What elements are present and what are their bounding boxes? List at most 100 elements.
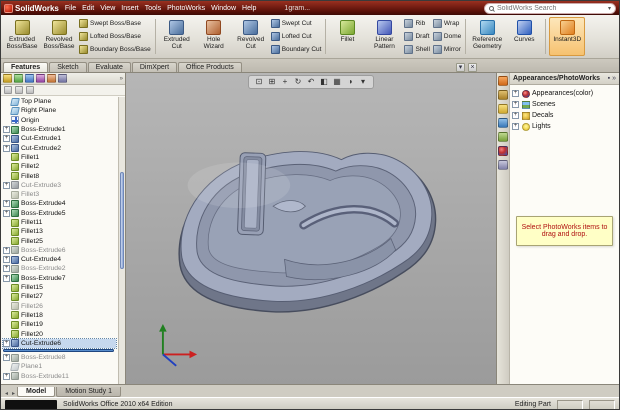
command-tab[interactable]: Office Products (178, 62, 242, 72)
solidworks-resources-icon[interactable] (498, 76, 508, 86)
displaymanager-tab-icon[interactable] (47, 74, 56, 83)
collapse-pane-icon[interactable]: » (612, 75, 616, 82)
ribbon-button[interactable]: Hole Wizard (196, 17, 232, 56)
expander-icon[interactable]: + (3, 210, 10, 217)
pin-icon[interactable]: ▪ (608, 75, 610, 82)
scrollbar-thumb[interactable] (120, 172, 124, 270)
ribbon-button[interactable]: Lofted Cut (271, 32, 322, 41)
menu-item[interactable]: Help (239, 5, 259, 12)
ribbon-button[interactable]: Shell (404, 45, 429, 54)
previous-view-icon[interactable]: ↶ (306, 77, 316, 87)
tree-item[interactable]: + Cut-Extrude4 (3, 255, 116, 264)
menu-item[interactable]: Edit (79, 5, 97, 12)
expander-icon[interactable]: + (512, 123, 519, 130)
configurationmanager-tab-icon[interactable] (25, 74, 34, 83)
tree-item[interactable]: Origin (3, 116, 116, 125)
file-explorer-icon[interactable] (498, 104, 508, 114)
tree-item[interactable]: + Cut-Extrude3 (3, 181, 116, 190)
ribbon-button[interactable]: Linear Pattern (366, 17, 402, 56)
search-dropdown-icon[interactable]: ▾ (608, 5, 611, 12)
appearances-photoworks-icon[interactable] (498, 146, 508, 156)
ribbon-button[interactable]: Lofted Boss/Base (79, 32, 151, 41)
menu-item[interactable]: PhotoWorks (164, 5, 208, 12)
display-style-icon[interactable]: ▦ (332, 77, 342, 87)
tree-item[interactable]: Fillet18 (3, 311, 116, 320)
ribbon-button[interactable]: Fillet (329, 17, 365, 56)
propertymanager-tab-icon[interactable] (14, 74, 23, 83)
tree-item[interactable]: + Boss-Extrude4 (3, 199, 116, 208)
shadows-icon[interactable]: ◑ (345, 77, 355, 87)
ribbon-button[interactable]: Extruded Cut (159, 17, 195, 56)
expander-icon[interactable]: + (3, 265, 10, 272)
photoworks-manager-tab-icon[interactable] (58, 74, 67, 83)
command-tab[interactable]: DimXpert (132, 62, 177, 72)
tree-item[interactable]: Fillet11 (3, 218, 116, 227)
menu-item[interactable]: View (97, 5, 118, 12)
ribbon-button[interactable]: Revolved Cut (233, 17, 269, 56)
menu-item[interactable]: Window (208, 5, 239, 12)
tree-item[interactable]: + Scenes (512, 99, 617, 110)
tree-item[interactable]: + Decals (512, 110, 617, 121)
tree-item[interactable]: Fillet26 (3, 302, 116, 311)
tab-scroll-right-icon[interactable]: ▸ (10, 390, 17, 397)
ribbon-button[interactable]: Revolved Boss/Base (41, 17, 77, 56)
tree-item[interactable]: Top Plane (3, 97, 116, 106)
tree-item[interactable]: + Boss-Extrude5 (3, 209, 116, 218)
expander-icon[interactable]: + (512, 112, 519, 119)
design-library-icon[interactable] (498, 90, 508, 100)
ribbon-button[interactable]: Rib (404, 19, 429, 28)
view-settings-icon[interactable]: ▾ (358, 77, 368, 87)
featuremanager-tab-icon[interactable] (3, 74, 12, 83)
expander-icon[interactable]: + (3, 354, 10, 361)
expander-icon[interactable]: + (3, 275, 10, 282)
tree-item[interactable]: Fillet3 (3, 190, 116, 199)
expander-icon[interactable]: + (3, 256, 10, 263)
command-tab[interactable]: Evaluate (88, 62, 131, 72)
tree-item[interactable]: + Boss-Extrude2 (3, 264, 116, 273)
expander-icon[interactable]: + (3, 182, 10, 189)
document-tab[interactable]: Model (17, 387, 55, 397)
custom-properties-icon[interactable] (498, 160, 508, 170)
zoom-fit-icon[interactable]: ⊡ (254, 77, 264, 87)
filter-funnel-icon[interactable] (4, 86, 12, 94)
tree-item[interactable]: Fillet25 (3, 236, 116, 245)
tree-scrollbar[interactable] (118, 97, 125, 384)
menu-item[interactable]: File (62, 5, 79, 12)
rotate-view-icon[interactable]: ↻ (293, 77, 303, 87)
ribbon-button[interactable]: Extruded Boss/Base (4, 17, 40, 56)
tab-overflow-icon[interactable]: » (120, 76, 123, 82)
zoom-area-icon[interactable]: ⊞ (267, 77, 277, 87)
expander-icon[interactable]: + (3, 247, 10, 254)
rollback-bar[interactable] (3, 349, 114, 352)
ribbon-button[interactable]: Mirror (433, 45, 461, 54)
ribbon-button[interactable]: Reference Geometry (469, 17, 505, 56)
ribbon-button[interactable]: Draft (404, 32, 429, 41)
command-tab[interactable]: Features (3, 62, 48, 72)
tree-item[interactable]: + Boss-Extrude11 (3, 372, 116, 381)
pin-icon[interactable] (15, 86, 23, 94)
view-palette-icon[interactable] (498, 132, 508, 142)
tree-item[interactable]: + Boss-Extrude6 (3, 246, 116, 255)
tree-item[interactable]: + Boss-Extrude1 (3, 125, 116, 134)
command-tab[interactable]: Sketch (49, 62, 86, 72)
tree-item[interactable]: + Appearances(color) (512, 88, 617, 99)
tab-scroll-left-icon[interactable]: ◂ (3, 390, 10, 397)
tree-item[interactable]: + Cut-Extrude6 (3, 339, 116, 348)
tree-item[interactable]: Fillet27 (3, 292, 116, 301)
ribbon-button[interactable]: Swept Cut (271, 19, 322, 28)
tree-item[interactable]: + Cut-Extrude1 (3, 134, 116, 143)
tree-item[interactable]: + Cut-Extrude2 (3, 143, 116, 152)
section-view-icon[interactable]: ◧ (319, 77, 329, 87)
collapse-all-icon[interactable] (26, 86, 34, 94)
expander-icon[interactable]: + (3, 145, 10, 152)
ribbon-button[interactable]: Boundary Boss/Base (79, 45, 151, 54)
tree-item[interactable]: Fillet8 (3, 171, 116, 180)
expander-icon[interactable]: + (3, 126, 10, 133)
tree-item[interactable]: Right Plane (3, 106, 116, 115)
ribbon-button[interactable]: Wrap (433, 19, 461, 28)
dimxpertmanager-tab-icon[interactable] (36, 74, 45, 83)
expander-icon[interactable]: + (512, 101, 519, 108)
tree-item[interactable]: Fillet2 (3, 162, 116, 171)
tree-item[interactable]: Fillet19 (3, 320, 116, 329)
tree-item[interactable]: Fillet1 (3, 153, 116, 162)
